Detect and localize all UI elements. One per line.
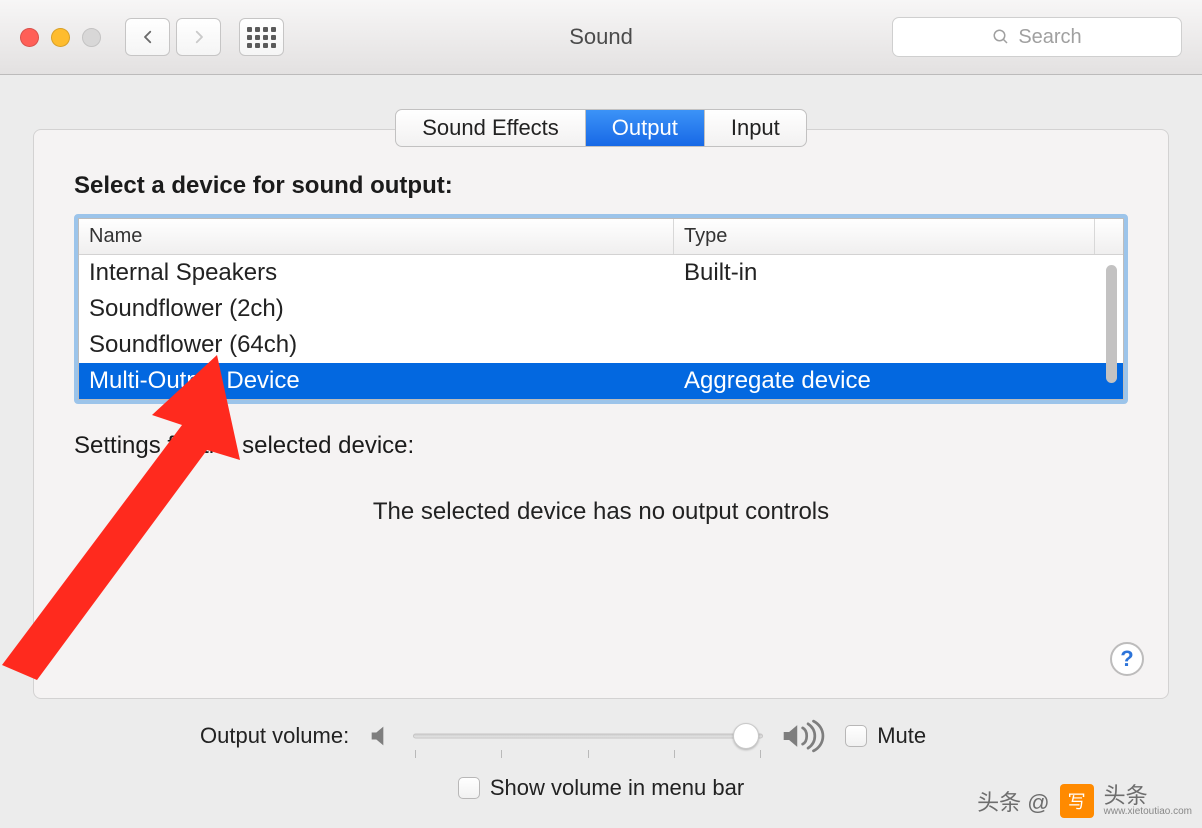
column-header-name[interactable]: Name [79, 219, 674, 254]
device-name: Internal Speakers [79, 255, 674, 291]
watermark-logo: 写 [1060, 784, 1094, 818]
table-row[interactable]: Soundflower (64ch) [79, 327, 1123, 363]
chevron-left-icon [139, 28, 157, 46]
speaker-high-icon [781, 719, 827, 753]
toolbar: Sound Search [0, 0, 1202, 75]
watermark-prefix: 头条 @ [977, 785, 1049, 817]
column-header-spacer [1095, 219, 1123, 254]
show-volume-checkbox[interactable] [458, 777, 480, 799]
show-all-button[interactable] [239, 18, 284, 56]
tab-output[interactable]: Output [586, 110, 705, 146]
zoom-window-button [82, 28, 101, 47]
device-table-focus-ring: Name Type Internal Speakers Built-in Sou… [74, 214, 1128, 404]
tab-sound-effects[interactable]: Sound Effects [396, 110, 586, 146]
help-button[interactable]: ? [1110, 642, 1144, 676]
output-panel: Select a device for sound output: Name T… [33, 129, 1169, 699]
device-rows: Internal Speakers Built-in Soundflower (… [79, 255, 1123, 399]
watermark-url: www.xietoutiao.com [1104, 807, 1192, 817]
grid-icon [247, 27, 276, 48]
slider-ticks [413, 750, 763, 758]
watermark-brand: 头条 [1104, 785, 1192, 807]
select-device-heading: Select a device for sound output: [74, 172, 1128, 200]
minimize-window-button[interactable] [51, 28, 70, 47]
device-table[interactable]: Name Type Internal Speakers Built-in Sou… [78, 218, 1124, 400]
settings-heading: Settings for the selected device: [74, 432, 1128, 460]
search-field[interactable]: Search [892, 17, 1182, 57]
search-icon [992, 28, 1010, 46]
watermark: 头条 @ 写 头条 www.xietoutiao.com [977, 784, 1192, 818]
device-type [674, 327, 1123, 363]
device-type: Built-in [674, 255, 1123, 291]
device-type: Aggregate device [674, 363, 1123, 399]
output-volume-slider[interactable] [413, 722, 763, 750]
device-name: Multi-Output Device [79, 363, 674, 399]
output-volume-label: Output volume: [200, 723, 349, 749]
table-row[interactable]: Soundflower (2ch) [79, 291, 1123, 327]
table-row[interactable]: Internal Speakers Built-in [79, 255, 1123, 291]
forward-button[interactable] [176, 18, 221, 56]
column-header-type[interactable]: Type [674, 219, 1095, 254]
device-name: Soundflower (2ch) [79, 291, 674, 327]
window-controls [20, 28, 101, 47]
chevron-right-icon [190, 28, 208, 46]
vertical-scrollbar[interactable] [1106, 265, 1117, 383]
speaker-low-icon [367, 722, 395, 750]
show-volume-label: Show volume in menu bar [490, 775, 744, 801]
slider-thumb[interactable] [733, 723, 759, 749]
device-type [674, 291, 1123, 327]
mute-control: Mute [845, 723, 926, 749]
device-name: Soundflower (64ch) [79, 327, 674, 363]
close-window-button[interactable] [20, 28, 39, 47]
tab-input[interactable]: Input [705, 110, 806, 146]
back-button[interactable] [125, 18, 170, 56]
slider-track [413, 734, 763, 739]
output-volume-row: Output volume: Mute [60, 719, 1142, 753]
tab-bar: Sound Effects Output Input [0, 109, 1202, 147]
mute-label: Mute [877, 723, 926, 749]
table-row[interactable]: Multi-Output Device Aggregate device [79, 363, 1123, 399]
search-placeholder: Search [1018, 26, 1081, 49]
no-output-controls-text: The selected device has no output contro… [74, 498, 1128, 526]
device-table-header: Name Type [79, 219, 1123, 255]
mute-checkbox[interactable] [845, 725, 867, 747]
help-icon: ? [1120, 646, 1133, 672]
